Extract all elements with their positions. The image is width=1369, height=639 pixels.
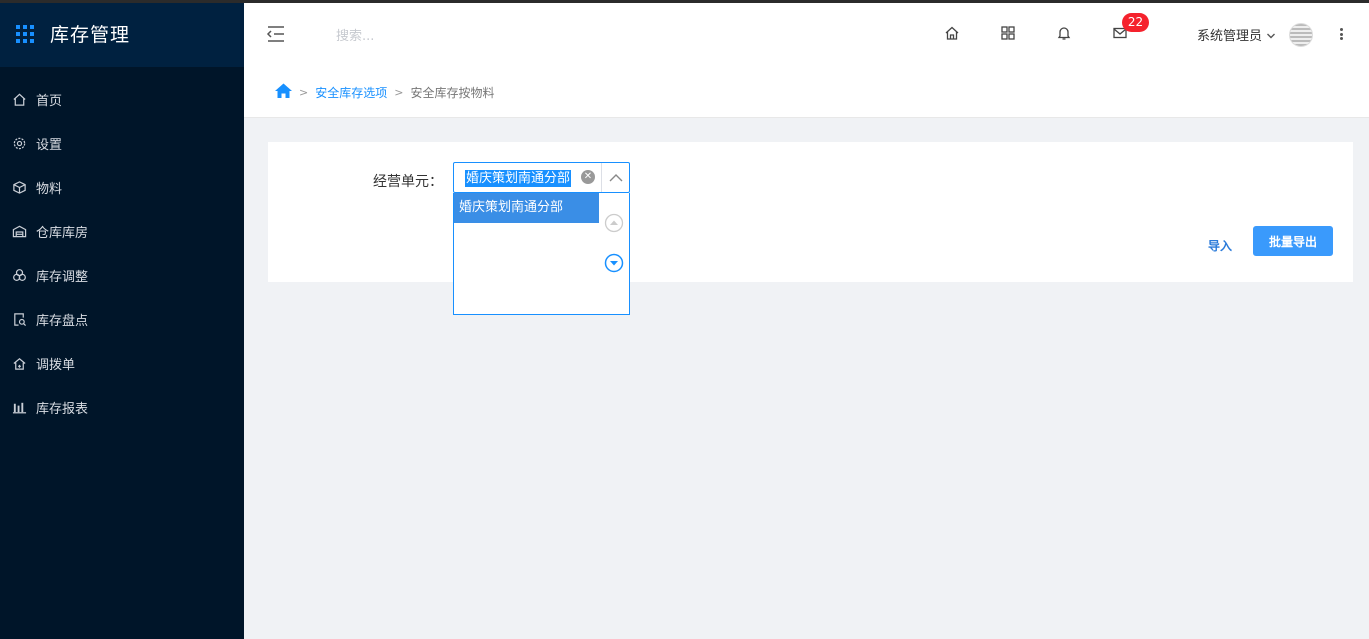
avatar[interactable] xyxy=(1289,23,1313,47)
bell-icon[interactable] xyxy=(1056,25,1074,43)
adjust-icon xyxy=(11,267,27,283)
selected-value: 婚庆策划南通分部 xyxy=(465,170,572,187)
gear-icon xyxy=(11,135,27,151)
breadcrumb: > 安全库存选项 > 安全库存按物料 xyxy=(244,67,1369,118)
sidebar-item-home[interactable]: 首页 xyxy=(0,77,244,121)
chevron-up-icon[interactable] xyxy=(601,163,629,192)
sidebar-item-transfer[interactable]: 调拨单 xyxy=(0,341,244,385)
breadcrumb-separator: > xyxy=(299,85,309,99)
breadcrumb-current: 安全库存按物料 xyxy=(410,85,495,100)
mail-badge: 22 xyxy=(1122,13,1149,32)
sidebar-item-settings[interactable]: 设置 xyxy=(0,121,244,165)
sidebar-item-materials[interactable]: 物料 xyxy=(0,165,244,209)
import-button[interactable]: 导入 xyxy=(1208,237,1232,254)
warehouse-icon xyxy=(11,223,27,239)
business-unit-select[interactable]: 婚庆策划南通分部 ✕ xyxy=(453,162,630,193)
search-input[interactable] xyxy=(336,25,536,47)
dropdown-option[interactable]: 婚庆策划南通分部 xyxy=(454,193,599,223)
sidebar-item-label: 调拨单 xyxy=(36,357,76,373)
business-unit-dropdown: 婚庆策划南通分部 xyxy=(453,193,630,315)
sidebar-item-label: 库存盘点 xyxy=(36,313,89,329)
sidebar-item-label: 仓库库房 xyxy=(36,225,89,241)
scroll-down-icon[interactable] xyxy=(604,253,624,273)
home-icon[interactable] xyxy=(944,25,962,43)
chevron-down-icon xyxy=(1266,30,1276,40)
user-name: 系统管理员 xyxy=(1197,29,1263,44)
sidebar-item-stock-check[interactable]: 库存盘点 xyxy=(0,297,244,341)
sidebar-item-stock-adjust[interactable]: 库存调整 xyxy=(0,253,244,297)
breadcrumb-home-icon[interactable] xyxy=(275,83,292,101)
app-title: 库存管理 xyxy=(50,24,131,46)
batch-export-button[interactable]: 批量导出 xyxy=(1253,226,1333,256)
filter-card: 经营单元： 婚庆策划南通分部 ✕ 婚庆策划南通分部 导入 批量导出 xyxy=(268,142,1353,315)
sidebar-item-label: 物料 xyxy=(36,181,63,197)
more-vertical-icon[interactable] xyxy=(1338,25,1344,43)
app-grid-icon xyxy=(16,24,34,43)
breadcrumb-link[interactable]: 安全库存选项 xyxy=(315,84,387,101)
business-unit-label: 经营单元： xyxy=(373,174,443,190)
box-icon xyxy=(11,179,27,195)
sidebar-item-label: 库存调整 xyxy=(36,269,89,285)
bar-chart-icon xyxy=(11,399,27,415)
breadcrumb-separator: > xyxy=(394,85,404,99)
collapse-menu-icon[interactable] xyxy=(266,25,286,43)
sidebar-item-report[interactable]: 库存报表 xyxy=(0,385,244,429)
apps-grid-icon[interactable] xyxy=(1000,25,1018,43)
user-menu[interactable]: 系统管理员 xyxy=(1197,25,1276,44)
sidebar: 库存管理 首页 设置 物料 仓库库房 库存调整 库存盘点 调拨单 库存报表 xyxy=(0,0,244,639)
sidebar-item-label: 设置 xyxy=(36,137,63,153)
sidebar-item-warehouse[interactable]: 仓库库房 xyxy=(0,209,244,253)
sidebar-menu: 首页 设置 物料 仓库库房 库存调整 库存盘点 调拨单 库存报表 xyxy=(0,67,244,429)
sidebar-item-label: 库存报表 xyxy=(36,401,89,417)
window-top-border xyxy=(0,0,1369,3)
inventory-check-icon xyxy=(11,311,27,327)
app-logo[interactable]: 库存管理 xyxy=(0,0,244,67)
sidebar-item-label: 首页 xyxy=(36,93,63,109)
transfer-icon xyxy=(11,355,27,371)
clear-icon[interactable]: ✕ xyxy=(581,170,595,184)
home-icon xyxy=(11,91,27,107)
scroll-up-icon[interactable] xyxy=(604,213,624,233)
top-header: 22 系统管理员 xyxy=(244,3,1369,67)
